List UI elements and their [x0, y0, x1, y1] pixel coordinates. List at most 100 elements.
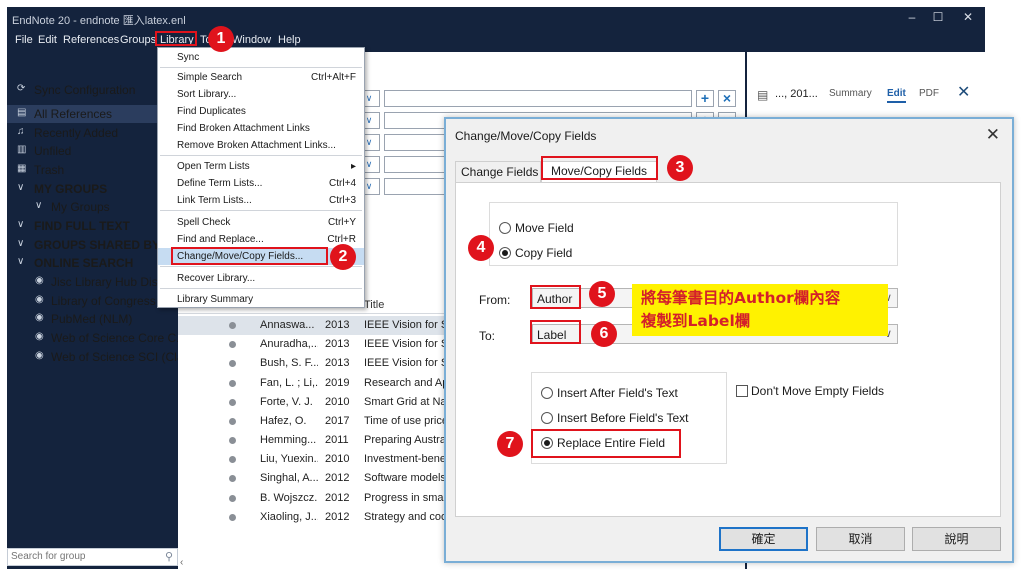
- instruction-callout: 將每筆書目的Author欄內容 複製到Label欄: [632, 284, 888, 336]
- sidebar-item-my-groups[interactable]: ∨ My Groups: [7, 198, 178, 216]
- move-copy-group: Move Field Copy Field: [489, 202, 898, 266]
- move-field-radio[interactable]: Move Field: [499, 221, 574, 235]
- minimize-button[interactable]: –: [902, 10, 922, 24]
- sidebar-online-item[interactable]: ◉ Web of Science Core C...: [7, 329, 186, 347]
- sync-icon: ⟳: [17, 83, 26, 94]
- radio-circle: [541, 387, 553, 399]
- chevron-down-icon: ∨: [17, 256, 25, 267]
- menu-item-sync[interactable]: Sync: [158, 49, 364, 66]
- remove-row-button[interactable]: ×: [718, 90, 736, 107]
- sidebar-online-item[interactable]: ◉ Web of Science SCI (Cla...: [7, 348, 194, 366]
- menu-item-find-broken-links[interactable]: Find Broken Attachment Links: [158, 120, 364, 137]
- sidebar-header-my-groups[interactable]: ∨ MY GROUPS: [7, 180, 178, 198]
- change-move-copy-fields-dialog: Change/Move/Copy Fields ✕ Change Fields …: [444, 117, 1014, 563]
- sidebar-header-find-full-text[interactable]: ∨ FIND FULL TEXT: [7, 217, 178, 235]
- dialog-close-icon[interactable]: ✕: [986, 125, 1000, 145]
- checkbox-box: [736, 385, 748, 397]
- menu-edit[interactable]: Edit: [38, 34, 57, 46]
- menu-item-open-term-lists[interactable]: Open Term Lists ▸: [158, 158, 364, 175]
- ok-button[interactable]: 確定: [719, 527, 808, 551]
- chevron-down-icon: ∨: [17, 219, 25, 230]
- step-badge-7: 7: [497, 431, 523, 457]
- menu-item-define-term-lists[interactable]: Define Term Lists... Ctrl+4: [158, 175, 364, 192]
- sidebar-header-groups-shared[interactable]: ∨ GROUPS SHARED BY O...: [7, 236, 182, 254]
- move-copy-panel: Move Field Copy Field From: Author∨ To: …: [455, 182, 1001, 517]
- menu-file[interactable]: File: [15, 34, 33, 46]
- search-icon[interactable]: ⚲: [165, 550, 173, 563]
- library-menu: Sync Simple Search Ctrl+Alt+F Sort Librar…: [157, 47, 365, 308]
- sidebar-header-online-search[interactable]: ∨ ONLINE SEARCH: [7, 254, 178, 272]
- read-status-dot: [229, 360, 236, 367]
- reference-icon: ▤: [757, 88, 769, 102]
- unfiled-icon: ▥: [17, 144, 27, 155]
- insert-before-radio[interactable]: Insert Before Field's Text: [541, 411, 688, 425]
- menu-item-library-summary[interactable]: Library Summary: [158, 291, 364, 308]
- copy-field-radio[interactable]: Copy Field: [499, 246, 572, 260]
- menu-references[interactable]: References: [63, 34, 119, 46]
- tab-change-fields[interactable]: Change Fields: [455, 161, 541, 182]
- menu-item-sort-library[interactable]: Sort Library...: [158, 86, 364, 103]
- step-badge-3: 3: [667, 155, 693, 181]
- cancel-button[interactable]: 取消: [816, 527, 905, 551]
- menu-separator: [160, 266, 362, 267]
- menu-window[interactable]: Window: [232, 34, 271, 46]
- title-bar: EndNote 20 - endnote 匯入latex.enl – ☐ ✕: [7, 7, 985, 30]
- menu-library[interactable]: Library: [160, 34, 194, 46]
- read-status-dot: [229, 495, 236, 502]
- tab-edit[interactable]: Edit: [887, 88, 906, 103]
- search-field[interactable]: [384, 90, 692, 107]
- maximize-button[interactable]: ☐: [928, 10, 948, 24]
- read-status-dot: [229, 418, 236, 425]
- dialog-title: Change/Move/Copy Fields: [455, 129, 597, 143]
- menu-groups[interactable]: Groups: [120, 34, 156, 46]
- read-status-dot: [229, 380, 236, 387]
- menu-help[interactable]: Help: [278, 34, 301, 46]
- from-label: From:: [479, 293, 511, 307]
- sidebar-item-all-references[interactable]: ▤ All References: [7, 105, 178, 123]
- read-status-dot: [229, 341, 236, 348]
- sidebar-online-item[interactable]: ◉ PubMed (NLM): [7, 310, 178, 328]
- menu-item-remove-broken-links[interactable]: Remove Broken Attachment Links...: [158, 137, 364, 154]
- add-row-button[interactable]: +: [696, 90, 714, 107]
- dont-move-empty-checkbox[interactable]: Don't Move Empty Fields: [736, 384, 884, 398]
- close-button[interactable]: ✕: [958, 10, 978, 24]
- read-status-dot: [229, 322, 236, 329]
- sidebar-online-item[interactable]: ◉ Library of Congress: [7, 292, 178, 310]
- radio-circle: [541, 412, 553, 424]
- menu-item-link-term-lists[interactable]: Link Term Lists... Ctrl+3: [158, 192, 364, 209]
- menu-item-find-duplicates[interactable]: Find Duplicates: [158, 103, 364, 120]
- chevron-down-icon: ∨: [35, 200, 43, 211]
- read-status-dot: [229, 456, 236, 463]
- tab-summary[interactable]: Summary: [829, 88, 872, 99]
- tab-move-copy-fields[interactable]: Move/Copy Fields: [541, 161, 657, 183]
- callout-line-1: 將每筆書目的Author欄內容: [641, 289, 841, 307]
- sidebar-item-recently-added[interactable]: ♫ Recently Added: [7, 124, 178, 142]
- menu-item-recover-library[interactable]: Recover Library...: [158, 270, 364, 287]
- replace-entire-radio[interactable]: Replace Entire Field: [541, 436, 665, 450]
- menu-item-find-and-replace[interactable]: Find and Replace... Ctrl+R: [158, 231, 364, 248]
- sidebar: ⟳ Sync Configuration ▤ All References ♫ Rec…: [7, 52, 194, 569]
- globe-icon: ◉: [35, 312, 44, 323]
- sidebar-item-trash[interactable]: ▦ Trash: [7, 161, 178, 179]
- insert-mode-group: Insert After Field's Text Insert Before …: [531, 372, 727, 464]
- menu-separator: [160, 67, 362, 68]
- radio-circle-selected: [499, 247, 511, 259]
- scroll-left-arrow[interactable]: ‹: [180, 557, 183, 568]
- step-badge-4: 4: [468, 235, 494, 261]
- menu-item-simple-search[interactable]: Simple Search Ctrl+Alt+F: [158, 69, 364, 86]
- sidebar-sync[interactable]: ⟳ Sync Configuration: [7, 81, 178, 99]
- help-button[interactable]: 說明: [912, 527, 1001, 551]
- to-label: To:: [479, 329, 496, 343]
- group-search-input[interactable]: [11, 551, 156, 562]
- insert-after-radio[interactable]: Insert After Field's Text: [541, 386, 678, 400]
- close-pane-icon[interactable]: ✕: [957, 82, 970, 102]
- tab-pdf[interactable]: PDF: [919, 88, 939, 99]
- menu-separator: [160, 155, 362, 156]
- sidebar-online-item[interactable]: ◉ Jisc Library Hub Discove: [7, 273, 183, 291]
- group-search-box: ⚲: [7, 548, 178, 566]
- callout-line-2: 複製到Label欄: [641, 312, 751, 330]
- step-badge-2: 2: [330, 244, 356, 270]
- sidebar-item-unfiled[interactable]: ▥ Unfiled: [7, 142, 178, 160]
- title-column-header[interactable]: Title: [364, 299, 384, 311]
- menu-item-spell-check[interactable]: Spell Check Ctrl+Y: [158, 214, 364, 231]
